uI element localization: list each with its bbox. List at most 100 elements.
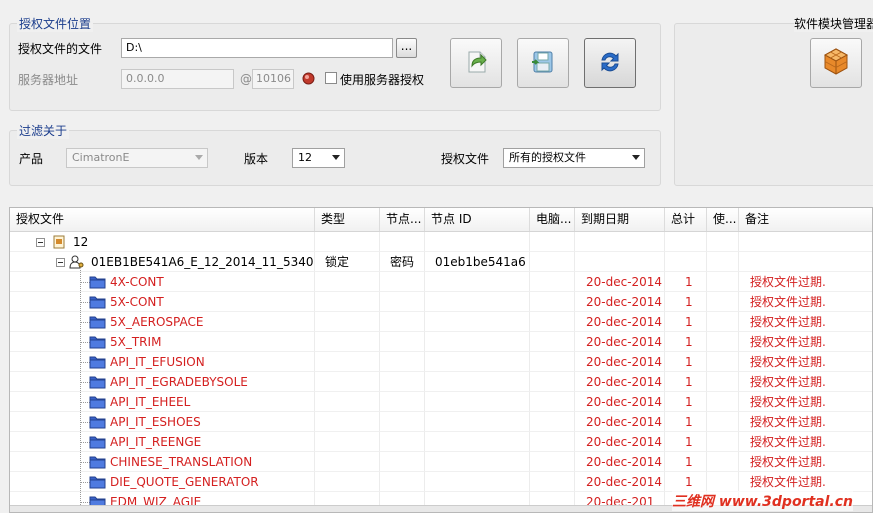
module-node-cell xyxy=(380,472,425,492)
module-node-cell xyxy=(380,312,425,332)
root-computer xyxy=(530,232,575,252)
module-name-cell: API_IT_EHEEL xyxy=(10,392,315,412)
module-node-cell xyxy=(380,372,425,392)
watermark: 三维网 www.3dportal.cn xyxy=(672,491,853,511)
chevron-down-icon xyxy=(332,155,340,160)
license-node-type: 锁定 xyxy=(315,252,380,272)
module-note: 授权文件过期. xyxy=(750,395,826,409)
table-row[interactable]: 5X-CONT 20-dec-2014 1 授权文件过期. xyxy=(10,292,872,312)
module-name: API_IT_ESHOES xyxy=(110,415,201,429)
module-note-cell: 授权文件过期. xyxy=(739,412,872,432)
table-row[interactable]: API_IT_EFUSION 20-dec-2014 1 授权文件过期. xyxy=(10,352,872,372)
module-total-cell: 1 xyxy=(665,332,707,352)
folder-icon xyxy=(89,275,106,291)
tree-row-root[interactable]: 12 xyxy=(10,232,872,252)
license-file-input[interactable]: D:\ xyxy=(121,38,393,58)
module-computer-cell xyxy=(530,452,575,472)
table-row[interactable]: 5X_AEROSPACE 20-dec-2014 1 授权文件过期. xyxy=(10,312,872,332)
module-computer-cell xyxy=(530,392,575,412)
module-expiry: 20-dec-2014 xyxy=(586,435,663,449)
tree-row-license[interactable]: 01EB1BE541A6_E_12_2014_11_53407 锁定 密码 01… xyxy=(10,252,872,272)
col-node[interactable]: 节点... xyxy=(380,208,425,231)
module-node-id-cell xyxy=(425,352,530,372)
module-name-cell: DIE_QUOTE_GENERATOR xyxy=(10,472,315,492)
module-total-cell: 1 xyxy=(665,352,707,372)
module-note: 授权文件过期. xyxy=(750,275,826,289)
module-expiry: 20-dec-2014 xyxy=(586,475,663,489)
table-row[interactable]: API_IT_EGRADEBYSOLE 20-dec-2014 1 授权文件过期. xyxy=(10,372,872,392)
version-select[interactable]: 12 xyxy=(292,148,345,168)
root-node xyxy=(380,232,425,252)
folder-icon xyxy=(89,375,106,391)
module-name: 5X_AEROSPACE xyxy=(110,315,204,329)
col-computer[interactable]: 电脑... xyxy=(530,208,575,231)
server-address-input[interactable]: 0.0.0.0 xyxy=(121,69,234,89)
table-row[interactable]: API_IT_REENGE 20-dec-2014 1 授权文件过期. xyxy=(10,432,872,452)
folder-icon xyxy=(89,395,106,411)
module-total: 1 xyxy=(685,395,693,409)
table-row[interactable]: API_IT_EHEEL 20-dec-2014 1 授权文件过期. xyxy=(10,392,872,412)
license-node-used xyxy=(707,252,739,272)
module-used-cell xyxy=(707,292,739,312)
refresh-button[interactable] xyxy=(584,38,636,88)
folder-icon xyxy=(89,315,106,331)
license-tree[interactable]: 授权文件 类型 节点... 节点 ID 电脑... 到期日期 总计 使... 备… xyxy=(9,207,873,513)
module-name: API_IT_REENGE xyxy=(110,435,202,449)
table-row[interactable]: DIE_QUOTE_GENERATOR 20-dec-2014 1 授权文件过期. xyxy=(10,472,872,492)
use-server-checkbox[interactable] xyxy=(325,72,337,84)
license-file-icon xyxy=(52,235,66,251)
chevron-down-icon xyxy=(632,155,640,160)
export-license-button[interactable] xyxy=(450,38,502,88)
module-manager-title: 软件模块管理器 xyxy=(794,15,873,32)
table-row[interactable]: 4X-CONT 20-dec-2014 1 授权文件过期. xyxy=(10,272,872,292)
module-name-cell: API_IT_EGRADEBYSOLE xyxy=(10,372,315,392)
module-expiry-cell: 20-dec-2014 xyxy=(575,412,665,432)
module-expiry: 20-dec-2014 xyxy=(586,275,663,289)
product-select[interactable]: CimatronE xyxy=(66,148,208,168)
license-file-select[interactable]: 所有的授权文件 xyxy=(503,148,645,168)
module-type-cell xyxy=(315,412,380,432)
server-port-input[interactable]: 10106 xyxy=(252,69,294,89)
module-name-cell: CHINESE_TRANSLATION xyxy=(10,452,315,472)
col-total[interactable]: 总计 xyxy=(665,208,707,231)
module-total: 1 xyxy=(685,295,693,309)
collapse-icon[interactable] xyxy=(36,238,45,247)
module-note-cell: 授权文件过期. xyxy=(739,272,872,292)
license-node-expiry xyxy=(575,252,665,272)
module-total-cell: 1 xyxy=(665,312,707,332)
table-row[interactable]: 5X_TRIM 20-dec-2014 1 授权文件过期. xyxy=(10,332,872,352)
table-row[interactable]: CHINESE_TRANSLATION 20-dec-2014 1 授权文件过期. xyxy=(10,452,872,472)
col-type[interactable]: 类型 xyxy=(315,208,380,231)
module-note: 授权文件过期. xyxy=(750,375,826,389)
module-expiry-cell: 20-dec-2014 xyxy=(575,292,665,312)
at-symbol: @ xyxy=(240,72,252,86)
browse-button[interactable]: ... xyxy=(396,38,417,58)
module-expiry: 20-dec-2014 xyxy=(586,415,663,429)
col-node-id[interactable]: 节点 ID xyxy=(425,208,530,231)
col-used[interactable]: 使... xyxy=(707,208,739,231)
module-node-id-cell xyxy=(425,472,530,492)
module-node-id-cell xyxy=(425,332,530,352)
module-manager-button[interactable] xyxy=(810,38,862,88)
col-license-file[interactable]: 授权文件 xyxy=(10,208,315,231)
module-expiry-cell: 20-dec-2014 xyxy=(575,272,665,292)
module-name: DIE_QUOTE_GENERATOR xyxy=(110,475,259,489)
module-computer-cell xyxy=(530,412,575,432)
module-used-cell xyxy=(707,332,739,352)
col-expiry[interactable]: 到期日期 xyxy=(575,208,665,231)
module-total: 1 xyxy=(685,335,693,349)
module-total-cell: 1 xyxy=(665,292,707,312)
table-row[interactable]: API_IT_ESHOES 20-dec-2014 1 授权文件过期. xyxy=(10,412,872,432)
module-note: 授权文件过期. xyxy=(750,475,826,489)
col-note[interactable]: 备注 xyxy=(739,208,872,231)
module-type-cell xyxy=(315,292,380,312)
module-used-cell xyxy=(707,412,739,432)
module-computer-cell xyxy=(530,432,575,452)
product-label: 产品 xyxy=(19,152,44,166)
collapse-icon[interactable] xyxy=(56,258,65,267)
root-label: 12 xyxy=(73,235,89,249)
module-type-cell xyxy=(315,332,380,352)
save-license-button[interactable] xyxy=(517,38,569,88)
cubes-icon xyxy=(820,46,852,81)
module-total-cell: 1 xyxy=(665,452,707,472)
